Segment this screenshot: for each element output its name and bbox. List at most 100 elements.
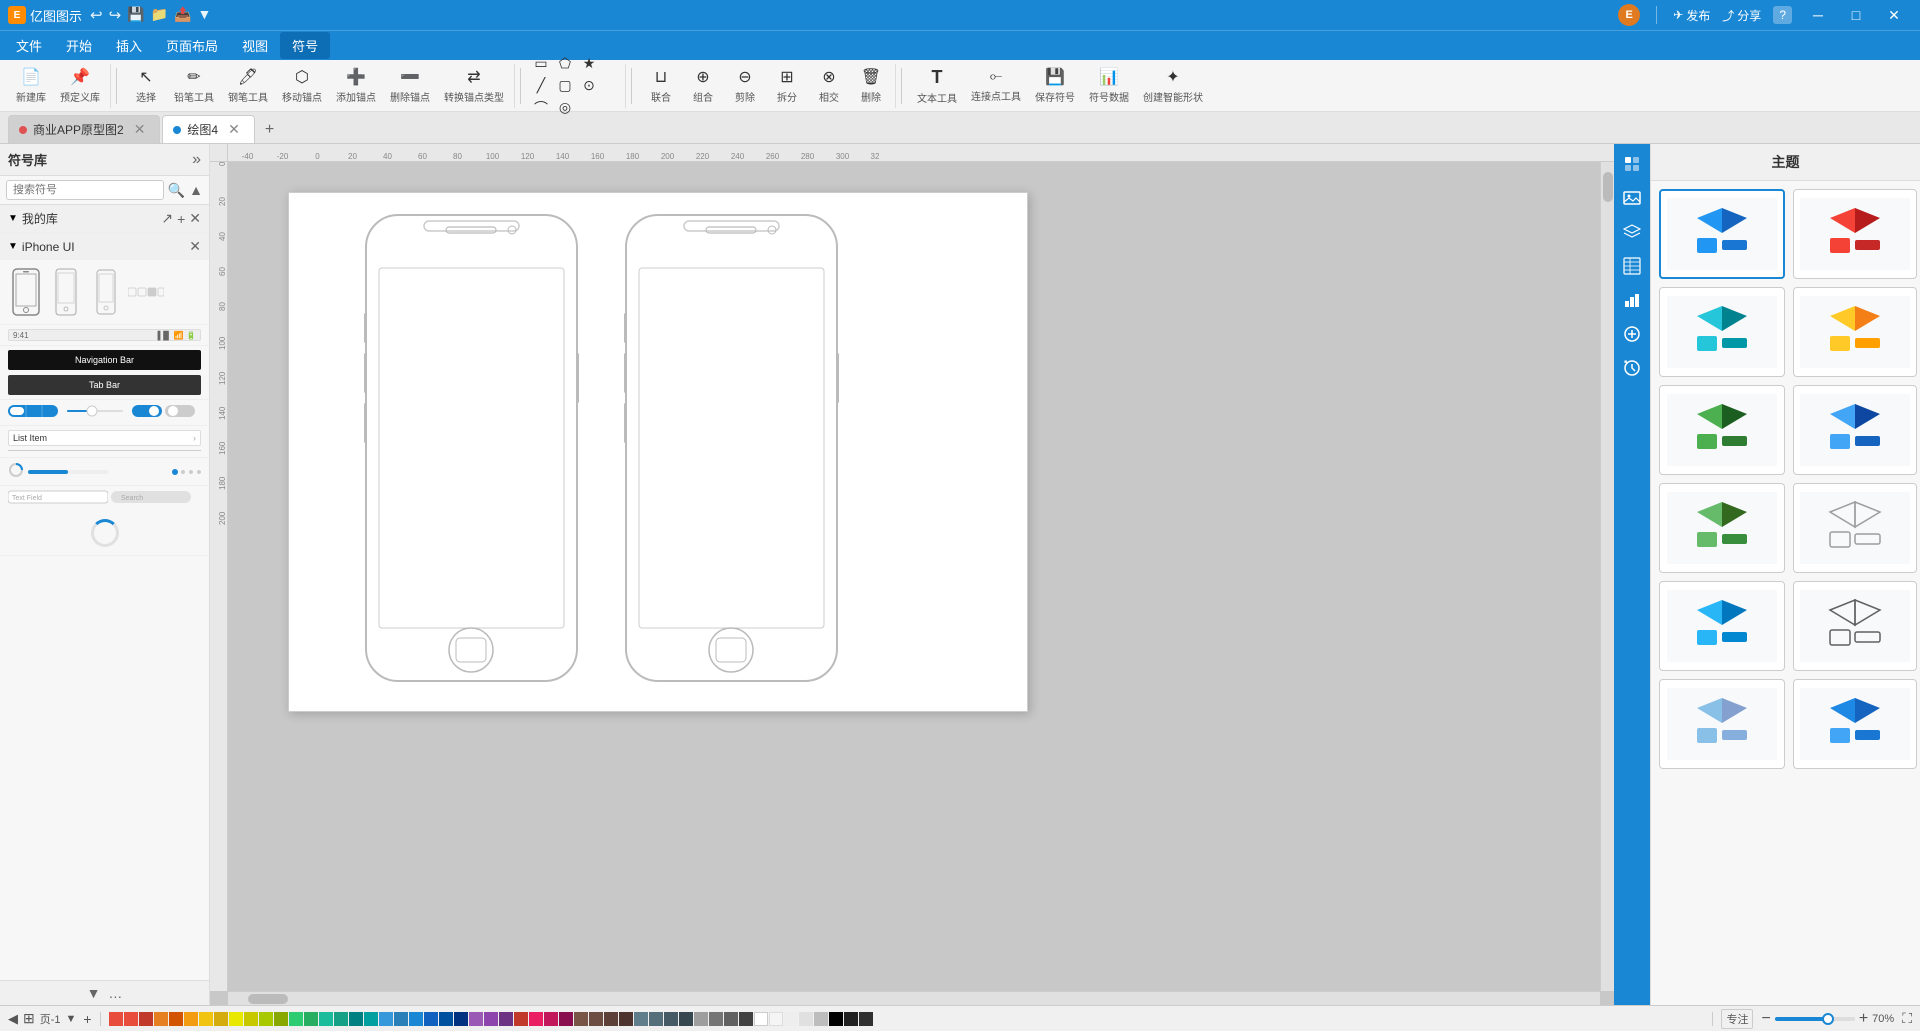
- color-swatch[interactable]: [334, 1012, 348, 1026]
- color-swatch[interactable]: [304, 1012, 318, 1026]
- color-swatch[interactable]: [394, 1012, 408, 1026]
- color-swatch[interactable]: [319, 1012, 333, 1026]
- close-button[interactable]: ✕: [1876, 0, 1912, 30]
- color-swatch[interactable]: [214, 1012, 228, 1026]
- page-control-shape[interactable]: [171, 465, 201, 479]
- switch-shape[interactable]: [132, 404, 162, 421]
- color-swatch[interactable]: [574, 1012, 588, 1026]
- color-swatch[interactable]: [439, 1012, 453, 1026]
- color-swatch[interactable]: [844, 1012, 858, 1026]
- iphone-ui-header[interactable]: ▼ iPhone UI ✕: [0, 233, 209, 260]
- color-swatch[interactable]: [289, 1012, 303, 1026]
- color-swatch[interactable]: [649, 1012, 663, 1026]
- tab-close-2[interactable]: ✕: [228, 121, 240, 138]
- color-swatch[interactable]: [724, 1012, 738, 1026]
- smart-shape-button[interactable]: ✦ 创建智能形状: [1137, 66, 1209, 106]
- iphone-ui-close-btn[interactable]: ✕: [189, 238, 201, 255]
- color-swatch[interactable]: [199, 1012, 213, 1026]
- search-icon[interactable]: 🔍: [168, 182, 185, 199]
- h-scrollbar[interactable]: [228, 991, 1600, 1005]
- v-scrollbar[interactable]: [1600, 162, 1614, 991]
- delete-shape-button[interactable]: 🗑 删除: [851, 66, 891, 106]
- color-swatch[interactable]: [139, 1012, 153, 1026]
- sidebar-scroll-up[interactable]: ▲: [189, 182, 203, 198]
- tab-close-1[interactable]: ✕: [134, 121, 146, 138]
- menu-layout[interactable]: 页面布局: [154, 32, 230, 59]
- publish-button[interactable]: ✈ 发布: [1673, 7, 1710, 24]
- arc-shape-button[interactable]: ⌒: [530, 98, 552, 118]
- theme-card-7[interactable]: [1659, 483, 1785, 573]
- search-bar-shape[interactable]: Search: [111, 490, 201, 507]
- theme-card-2[interactable]: [1793, 189, 1917, 279]
- new-library-button[interactable]: 📄 新建库: [10, 66, 52, 106]
- color-swatch[interactable]: [694, 1012, 708, 1026]
- zoom-in-button[interactable]: +: [1859, 1010, 1868, 1028]
- data-panel-icon[interactable]: [1616, 250, 1648, 282]
- tab-doc1[interactable]: 商业APP原型图2 ✕: [8, 115, 160, 143]
- my-library-add-btn[interactable]: +: [177, 211, 185, 227]
- select-tool-button[interactable]: ↖ 选择: [126, 66, 166, 106]
- color-swatch[interactable]: [484, 1012, 498, 1026]
- predefined-library-button[interactable]: 📌 预定义库: [54, 66, 106, 106]
- menu-insert[interactable]: 插入: [104, 32, 154, 59]
- color-swatch[interactable]: [469, 1012, 483, 1026]
- status-bar-shape[interactable]: 9:41 ▐▐▌ 📶 🔋: [8, 329, 201, 341]
- color-swatch[interactable]: [544, 1012, 558, 1026]
- layers-panel-icon[interactable]: [1616, 216, 1648, 248]
- color-swatch[interactable]: [634, 1012, 648, 1026]
- theme-card-6[interactable]: [1793, 385, 1917, 475]
- color-swatch[interactable]: [859, 1012, 873, 1026]
- color-swatch[interactable]: [559, 1012, 573, 1026]
- color-swatch[interactable]: [739, 1012, 753, 1026]
- color-swatch[interactable]: [184, 1012, 198, 1026]
- color-swatch[interactable]: [514, 1012, 528, 1026]
- color-swatch[interactable]: [679, 1012, 693, 1026]
- theme-card-1[interactable]: [1659, 189, 1785, 279]
- theme-card-11[interactable]: [1659, 679, 1785, 769]
- add-anchor-button[interactable]: ➕ 添加锚点: [330, 66, 382, 106]
- color-swatch[interactable]: [109, 1012, 123, 1026]
- color-swatch[interactable]: [124, 1012, 138, 1026]
- color-swatch[interactable]: [529, 1012, 543, 1026]
- my-library-export-btn[interactable]: ↗: [161, 210, 173, 227]
- color-swatch[interactable]: [244, 1012, 258, 1026]
- union-button[interactable]: ⊔ 联合: [641, 66, 681, 106]
- iphone-mockup-2[interactable]: [624, 213, 839, 683]
- ring-shape-button[interactable]: ◎: [554, 98, 576, 118]
- pen-tool-button[interactable]: 🖊 钢笔工具: [222, 66, 274, 106]
- textfield-shape[interactable]: Text Field: [8, 490, 108, 507]
- more-icon[interactable]: ▼: [197, 6, 211, 24]
- color-swatch[interactable]: [364, 1012, 378, 1026]
- combine-button[interactable]: ⊕ 组合: [683, 66, 723, 106]
- format-icon[interactable]: [1616, 148, 1648, 180]
- v-scrollbar-thumb[interactable]: [1603, 172, 1613, 202]
- zoom-out-button[interactable]: −: [1761, 1010, 1770, 1028]
- subtract-button[interactable]: ⊖ 剪除: [725, 66, 765, 106]
- page-thumbnail-icon[interactable]: ⊞: [23, 1010, 35, 1027]
- convert-anchor-button[interactable]: ⇄ 转换锚点类型: [438, 66, 510, 106]
- color-swatch[interactable]: [424, 1012, 438, 1026]
- maximize-button[interactable]: □: [1838, 0, 1874, 30]
- color-swatch[interactable]: [154, 1012, 168, 1026]
- sidebar-scroll-down[interactable]: ▼: [87, 985, 101, 1001]
- color-swatch[interactable]: [814, 1012, 828, 1026]
- color-swatch[interactable]: [709, 1012, 723, 1026]
- color-swatch[interactable]: [454, 1012, 468, 1026]
- save-symbol-button[interactable]: 💾 保存符号: [1029, 66, 1081, 106]
- theme-card-4[interactable]: [1793, 287, 1917, 377]
- segment-control-shape[interactable]: [8, 404, 58, 421]
- activity-indicator-shape[interactable]: [8, 462, 24, 481]
- sidebar-collapse-button[interactable]: »: [192, 151, 201, 169]
- color-swatch[interactable]: [229, 1012, 243, 1026]
- my-library-header[interactable]: ▼ 我的库 ↗ + ✕: [0, 205, 209, 232]
- color-swatch[interactable]: [349, 1012, 363, 1026]
- square-shape-button[interactable]: ▢: [554, 76, 576, 96]
- separator-shape[interactable]: [8, 450, 201, 451]
- color-swatch[interactable]: [379, 1012, 393, 1026]
- theme-card-9[interactable]: [1659, 581, 1785, 671]
- iphone-shape-3[interactable]: [88, 266, 124, 318]
- pentagon-shape-button[interactable]: ⬠: [554, 54, 576, 74]
- iphone-shape-2[interactable]: [48, 266, 84, 318]
- expand-panel-icon[interactable]: [1616, 318, 1648, 350]
- undo-button[interactable]: ↩: [90, 6, 103, 24]
